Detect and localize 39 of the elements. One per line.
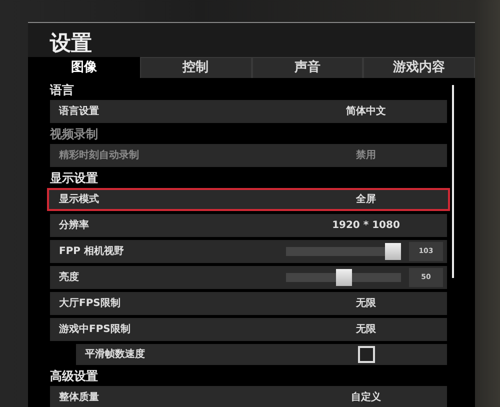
checkbox[interactable] xyxy=(358,346,374,362)
setting-label: 精彩时刻自动录制 xyxy=(58,148,140,162)
slider[interactable] xyxy=(286,242,401,260)
slider-thumb[interactable] xyxy=(336,268,352,286)
setting-value: 简体中文 xyxy=(345,104,387,118)
section-heading: 高级设置 xyxy=(50,368,99,384)
setting-row[interactable]: 语言设置 简体中文 xyxy=(50,100,447,122)
slider-thumb[interactable] xyxy=(385,242,401,260)
setting-label: 游戏中FPS限制 xyxy=(58,322,132,336)
setting-label: 整体质量 xyxy=(58,390,100,404)
tab[interactable]: 图像 xyxy=(28,57,140,78)
setting-row[interactable]: 游戏中FPS限制 无限 xyxy=(50,318,447,340)
setting-row[interactable]: 分辨率 1920 * 1080 xyxy=(50,214,447,236)
tab[interactable]: 控制 xyxy=(140,57,252,78)
setting-value: 无限 xyxy=(355,296,377,310)
setting-value: 禁用 xyxy=(355,148,377,162)
window-title: 设置 xyxy=(48,30,93,57)
setting-label: 亮度 xyxy=(58,270,80,284)
tab[interactable]: 游戏内容 xyxy=(363,57,475,78)
setting-value: 1920 * 1080 xyxy=(331,218,401,232)
setting-value: 全屏 xyxy=(355,192,377,206)
setting-label: 大厅FPS限制 xyxy=(58,296,122,310)
setting-row[interactable]: 显示模式 全屏 xyxy=(47,188,450,210)
setting-label: FPP 相机视野 xyxy=(58,244,125,258)
setting-value: 无限 xyxy=(355,322,377,336)
setting-label: 显示模式 xyxy=(58,192,100,206)
section-heading: 语言 xyxy=(50,82,75,98)
setting-label: 分辨率 xyxy=(58,218,90,232)
setting-row[interactable]: 平滑帧数速度 xyxy=(76,344,447,364)
setting-label: 语言设置 xyxy=(58,104,100,118)
setting-label: 平滑帧数速度 xyxy=(84,347,146,362)
scrollbar[interactable] xyxy=(452,84,454,278)
slider[interactable] xyxy=(286,268,401,286)
section-heading: 显示设置 xyxy=(50,170,99,186)
setting-value: 自定义 xyxy=(350,390,382,404)
section-heading: 视频录制 xyxy=(50,126,99,142)
setting-row[interactable]: 大厅FPS限制 无限 xyxy=(50,292,447,314)
tab[interactable]: 声音 xyxy=(252,57,364,78)
setting-row[interactable]: 整体质量 自定义 xyxy=(50,386,447,407)
